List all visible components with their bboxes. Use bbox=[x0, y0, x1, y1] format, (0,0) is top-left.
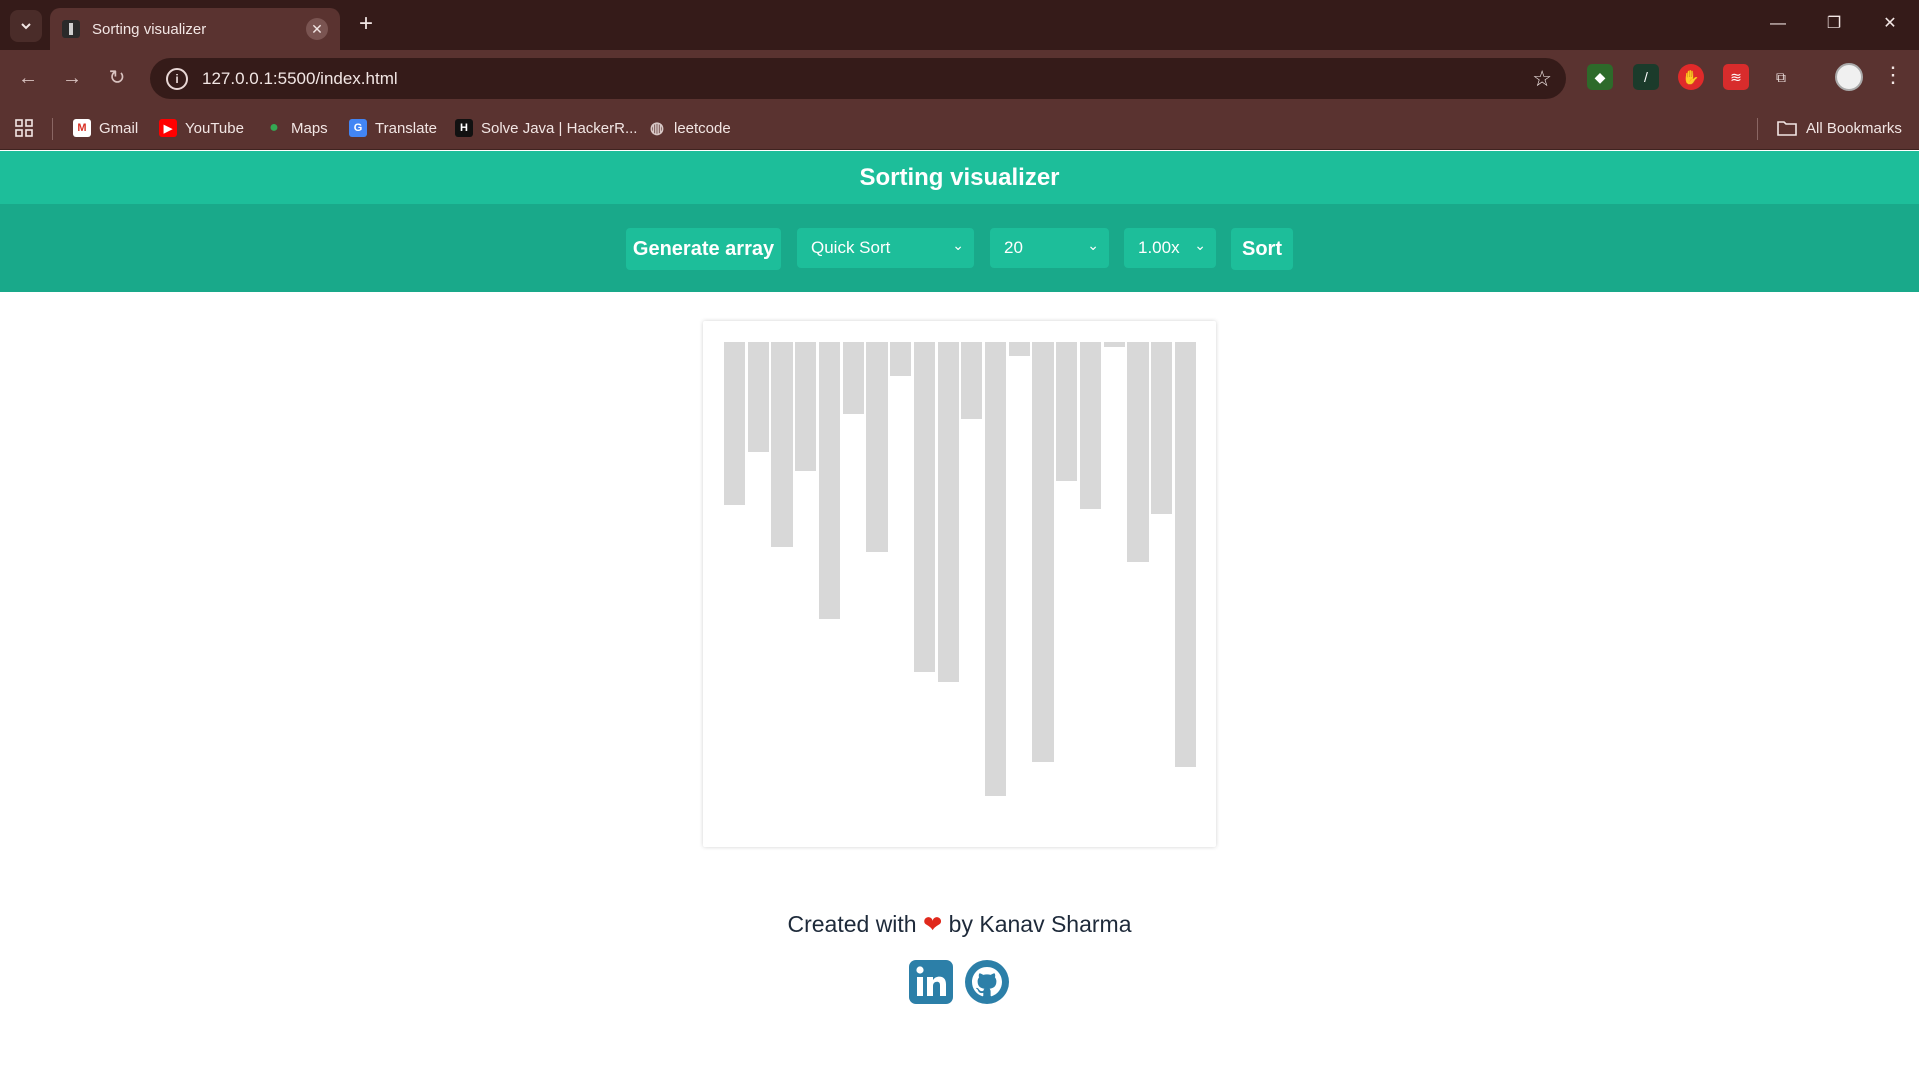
bookmark-hackerrank[interactable]: H Solve Java | HackerR... bbox=[455, 116, 637, 140]
bars-container bbox=[724, 342, 1196, 822]
tab-favicon-icon bbox=[62, 20, 80, 38]
bookmark-label: Translate bbox=[375, 119, 437, 137]
chevron-down-icon: ⌄ bbox=[1194, 237, 1206, 253]
heart-icon: ❤ bbox=[923, 911, 943, 937]
array-bar bbox=[937, 342, 959, 682]
bookmark-label: Solve Java | HackerR... bbox=[481, 119, 638, 137]
bookmark-maps[interactable]: ● Maps bbox=[265, 116, 328, 140]
browser-tab[interactable]: Sorting visualizer ✕ bbox=[50, 8, 340, 50]
bookmark-label: Maps bbox=[291, 119, 328, 137]
browser-toolbar: ← → ↻ i 127.0.0.1:5500/index.html ☆ ◆ / … bbox=[0, 50, 1919, 106]
generate-array-button[interactable]: Generate array bbox=[626, 228, 781, 270]
array-bar bbox=[1079, 342, 1102, 509]
minimize-icon[interactable]: — bbox=[1766, 12, 1790, 36]
array-bar bbox=[1127, 342, 1149, 562]
bookmark-leetcode[interactable]: ◍ leetcode bbox=[648, 116, 731, 140]
bookmark-gmail[interactable]: M Gmail bbox=[73, 116, 138, 140]
array-bar bbox=[771, 342, 793, 547]
array-bar bbox=[1103, 342, 1125, 347]
algorithm-select[interactable]: Quick Sort ⌄ bbox=[797, 228, 974, 268]
array-bar bbox=[1151, 342, 1173, 514]
algorithm-value: Quick Sort bbox=[811, 238, 891, 257]
tab-strip: Sorting visualizer ✕ + — ❐ ✕ bbox=[0, 0, 1919, 50]
translate-icon: G bbox=[349, 119, 367, 137]
author-text: by Kanav Sharma bbox=[948, 911, 1132, 937]
page-content: Sorting visualizer Generate array Quick … bbox=[0, 151, 1919, 1079]
speed-value: 1.00x bbox=[1138, 238, 1180, 257]
array-bar bbox=[984, 342, 1007, 796]
tab-close-icon[interactable]: ✕ bbox=[306, 18, 328, 40]
browser-menu-icon[interactable]: ⋮ bbox=[1882, 62, 1904, 88]
array-bar bbox=[795, 342, 817, 471]
all-bookmarks[interactable]: All Bookmarks bbox=[1776, 116, 1902, 140]
array-bar bbox=[913, 342, 936, 672]
array-bar bbox=[866, 342, 888, 552]
bookmark-label: YouTube bbox=[185, 119, 244, 137]
bookmarks-bar: M Gmail ▶ YouTube ● Maps G Translate H S… bbox=[0, 106, 1919, 150]
app-header: Sorting visualizer bbox=[0, 151, 1919, 204]
array-size-value: 20 bbox=[1004, 238, 1023, 257]
array-bar bbox=[1174, 342, 1196, 767]
array-bar bbox=[1008, 342, 1030, 356]
array-bar bbox=[890, 342, 912, 376]
new-tab-button[interactable]: + bbox=[354, 12, 378, 36]
tab-title: Sorting visualizer bbox=[92, 20, 207, 38]
restore-icon[interactable]: ❐ bbox=[1822, 12, 1846, 36]
address-bar[interactable]: i 127.0.0.1:5500/index.html ☆ bbox=[150, 58, 1566, 99]
profile-avatar[interactable] bbox=[1835, 63, 1863, 91]
array-bar bbox=[724, 342, 746, 505]
extension-icon-2[interactable]: / bbox=[1633, 64, 1659, 90]
speed-select[interactable]: 1.00x ⌄ bbox=[1124, 228, 1216, 268]
bookmark-label: Gmail bbox=[99, 119, 139, 137]
url-text[interactable]: 127.0.0.1:5500/index.html bbox=[202, 69, 1532, 89]
visualizer-canvas bbox=[703, 321, 1216, 847]
social-links bbox=[908, 959, 1012, 1009]
array-bar bbox=[842, 342, 864, 414]
extension-icon-4[interactable]: ≋ bbox=[1723, 64, 1749, 90]
bookmark-translate[interactable]: G Translate bbox=[349, 116, 437, 140]
close-window-icon[interactable]: ✕ bbox=[1878, 12, 1902, 36]
controls-bar: Generate array Quick Sort ⌄ 20 ⌄ 1.00x ⌄… bbox=[0, 204, 1919, 292]
array-bar bbox=[747, 342, 769, 452]
hackerrank-icon: H bbox=[455, 119, 473, 137]
github-icon[interactable] bbox=[964, 959, 1010, 1005]
globe-icon: ◍ bbox=[650, 120, 664, 137]
chevron-down-icon bbox=[21, 23, 31, 30]
bookmark-youtube[interactable]: ▶ YouTube bbox=[159, 116, 244, 140]
sort-button[interactable]: Sort bbox=[1231, 228, 1293, 270]
apps-grid-icon[interactable] bbox=[14, 116, 34, 140]
tab-search-button[interactable] bbox=[10, 10, 42, 42]
bookmark-label: leetcode bbox=[674, 119, 731, 137]
chevron-down-icon: ⌄ bbox=[952, 237, 964, 253]
gmail-icon: M bbox=[73, 119, 91, 137]
back-icon[interactable]: ← bbox=[14, 64, 42, 92]
array-size-select[interactable]: 20 ⌄ bbox=[990, 228, 1109, 268]
forward-icon[interactable]: → bbox=[58, 64, 86, 92]
array-bar bbox=[818, 342, 841, 619]
chevron-down-icon: ⌄ bbox=[1087, 237, 1099, 253]
bookmark-star-icon[interactable]: ☆ bbox=[1532, 66, 1552, 92]
reload-icon[interactable]: ↻ bbox=[103, 64, 131, 92]
folder-icon bbox=[1777, 121, 1797, 136]
footer-credit: Created with ❤ by Kanav Sharma bbox=[0, 911, 1919, 938]
linkedin-icon[interactable] bbox=[908, 959, 954, 1005]
youtube-icon: ▶ bbox=[159, 119, 177, 137]
extension-icon-1[interactable]: ◆ bbox=[1587, 64, 1613, 90]
extensions-puzzle-icon[interactable]: ⧉ bbox=[1768, 64, 1794, 90]
array-bar bbox=[1056, 342, 1078, 481]
array-bar bbox=[961, 342, 983, 419]
site-info-icon[interactable]: i bbox=[166, 67, 188, 90]
maps-icon: ● bbox=[269, 119, 279, 136]
all-bookmarks-label: All Bookmarks bbox=[1806, 119, 1902, 137]
created-with-text: Created with bbox=[787, 911, 917, 937]
extension-icon-3[interactable]: ✋ bbox=[1678, 64, 1704, 90]
array-bar bbox=[1032, 342, 1054, 762]
page-title: Sorting visualizer bbox=[859, 163, 1060, 191]
